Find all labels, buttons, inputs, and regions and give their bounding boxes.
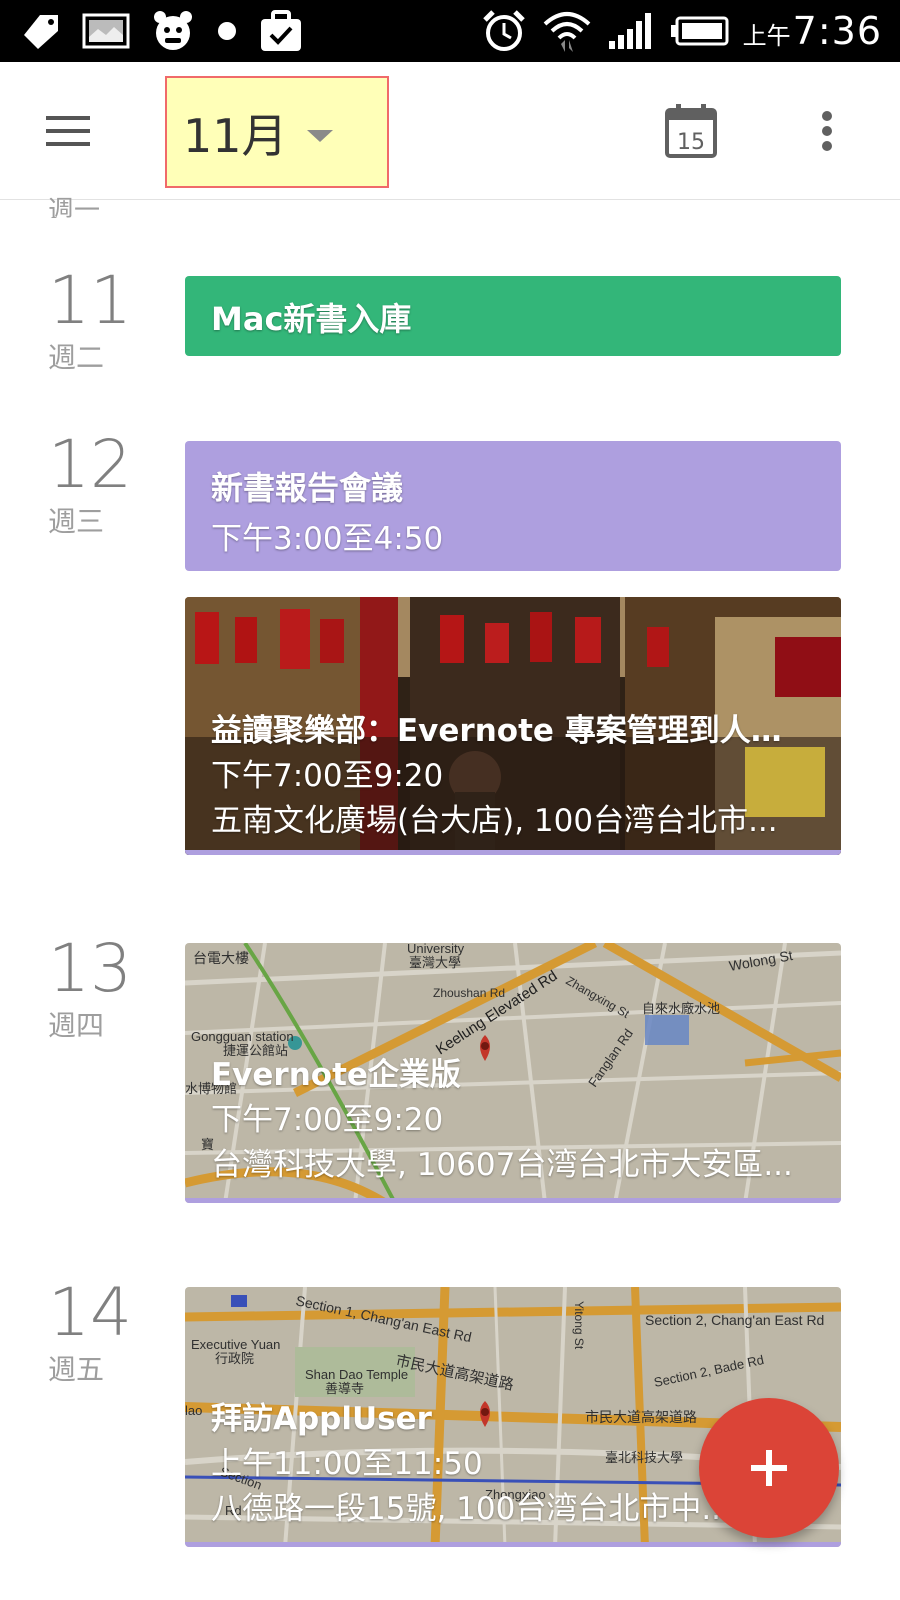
event-title: 益讀聚樂部：Evernote 專案管理到人生... bbox=[211, 713, 811, 749]
day-of-week: 週五 bbox=[48, 1353, 105, 1386]
status-bar: 上午 7:36 bbox=[0, 0, 900, 62]
day-of-week: 週四 bbox=[48, 1009, 105, 1042]
month-label: 11月 bbox=[183, 109, 288, 163]
day-of-week: 週二 bbox=[48, 341, 105, 374]
event-location: 台灣科技大學, 10607台湾台北市大安區... bbox=[211, 1147, 793, 1183]
day-header: 13 週四 bbox=[48, 936, 158, 1044]
event-time: 下午7:00至9:20 bbox=[211, 758, 444, 794]
event-title: 新書報告會議 bbox=[211, 469, 404, 507]
today-day-number: 15 bbox=[677, 130, 705, 155]
day-header: 14 週五 bbox=[48, 1280, 158, 1388]
day-header: 11 週二 bbox=[48, 268, 158, 376]
day-number: 14 bbox=[48, 1274, 132, 1351]
event-card-photo[interactable]: 益讀聚樂部：Evernote 專案管理到人生... 下午7:00至9:20 五南… bbox=[185, 597, 841, 855]
day-number: 13 bbox=[48, 930, 132, 1007]
clock: 上午 7:36 bbox=[743, 9, 882, 53]
event-card[interactable]: Mac新書入庫 bbox=[185, 276, 841, 356]
briefcase-check-icon bbox=[261, 10, 301, 51]
plus-icon bbox=[751, 1450, 787, 1486]
wifi-icon bbox=[543, 12, 591, 52]
today-button[interactable]: 15 bbox=[662, 102, 720, 160]
menu-icon bbox=[46, 116, 90, 146]
event-color-stripe bbox=[185, 1542, 841, 1547]
dropdown-caret-icon bbox=[307, 130, 333, 142]
event-time: 下午3:00至4:50 bbox=[211, 521, 444, 557]
day-dow-partial: 週一 bbox=[48, 196, 101, 218]
tag-icon bbox=[24, 15, 58, 49]
day-header: 12 週三 bbox=[48, 432, 158, 540]
today-calendar-icon: 15 bbox=[665, 104, 717, 158]
day-number: 12 bbox=[48, 426, 132, 503]
menu-button[interactable] bbox=[42, 106, 98, 156]
calendar-app: 上午 7:36 11月 15 週一 11 週二 Mac新書入庫 12 週三 新書… bbox=[0, 0, 900, 1600]
day-number: 11 bbox=[48, 262, 132, 339]
clock-time: 7:36 bbox=[792, 9, 882, 53]
event-color-stripe bbox=[185, 850, 841, 855]
alarm-icon bbox=[482, 10, 525, 51]
event-card-map[interactable]: 台電大樓 University 臺灣大學 Zhoushan Rd Keelung… bbox=[185, 943, 841, 1203]
event-location: 五南文化廣場(台大店), 100台湾台北市... bbox=[211, 803, 778, 839]
signal-icon bbox=[608, 13, 651, 49]
more-vert-icon bbox=[822, 111, 832, 151]
event-color-stripe bbox=[185, 1198, 841, 1203]
mascot-icon bbox=[154, 11, 192, 50]
month-selector[interactable]: 11月 bbox=[165, 76, 389, 188]
day-of-week: 週三 bbox=[48, 505, 105, 538]
dot-icon bbox=[218, 22, 236, 40]
battery-icon bbox=[670, 16, 729, 46]
event-time: 下午7:00至9:20 bbox=[211, 1102, 444, 1138]
event-title: Evernote企業版 bbox=[211, 1057, 461, 1093]
add-event-button[interactable] bbox=[699, 1398, 839, 1538]
image-icon bbox=[82, 13, 130, 49]
event-title: Mac新書入庫 bbox=[211, 300, 412, 338]
clock-ampm: 上午 bbox=[742, 22, 791, 50]
more-options-button[interactable] bbox=[812, 106, 842, 156]
app-bar: 11月 15 bbox=[0, 62, 900, 200]
event-card[interactable]: 新書報告會議 下午3:00至4:50 bbox=[185, 441, 841, 571]
